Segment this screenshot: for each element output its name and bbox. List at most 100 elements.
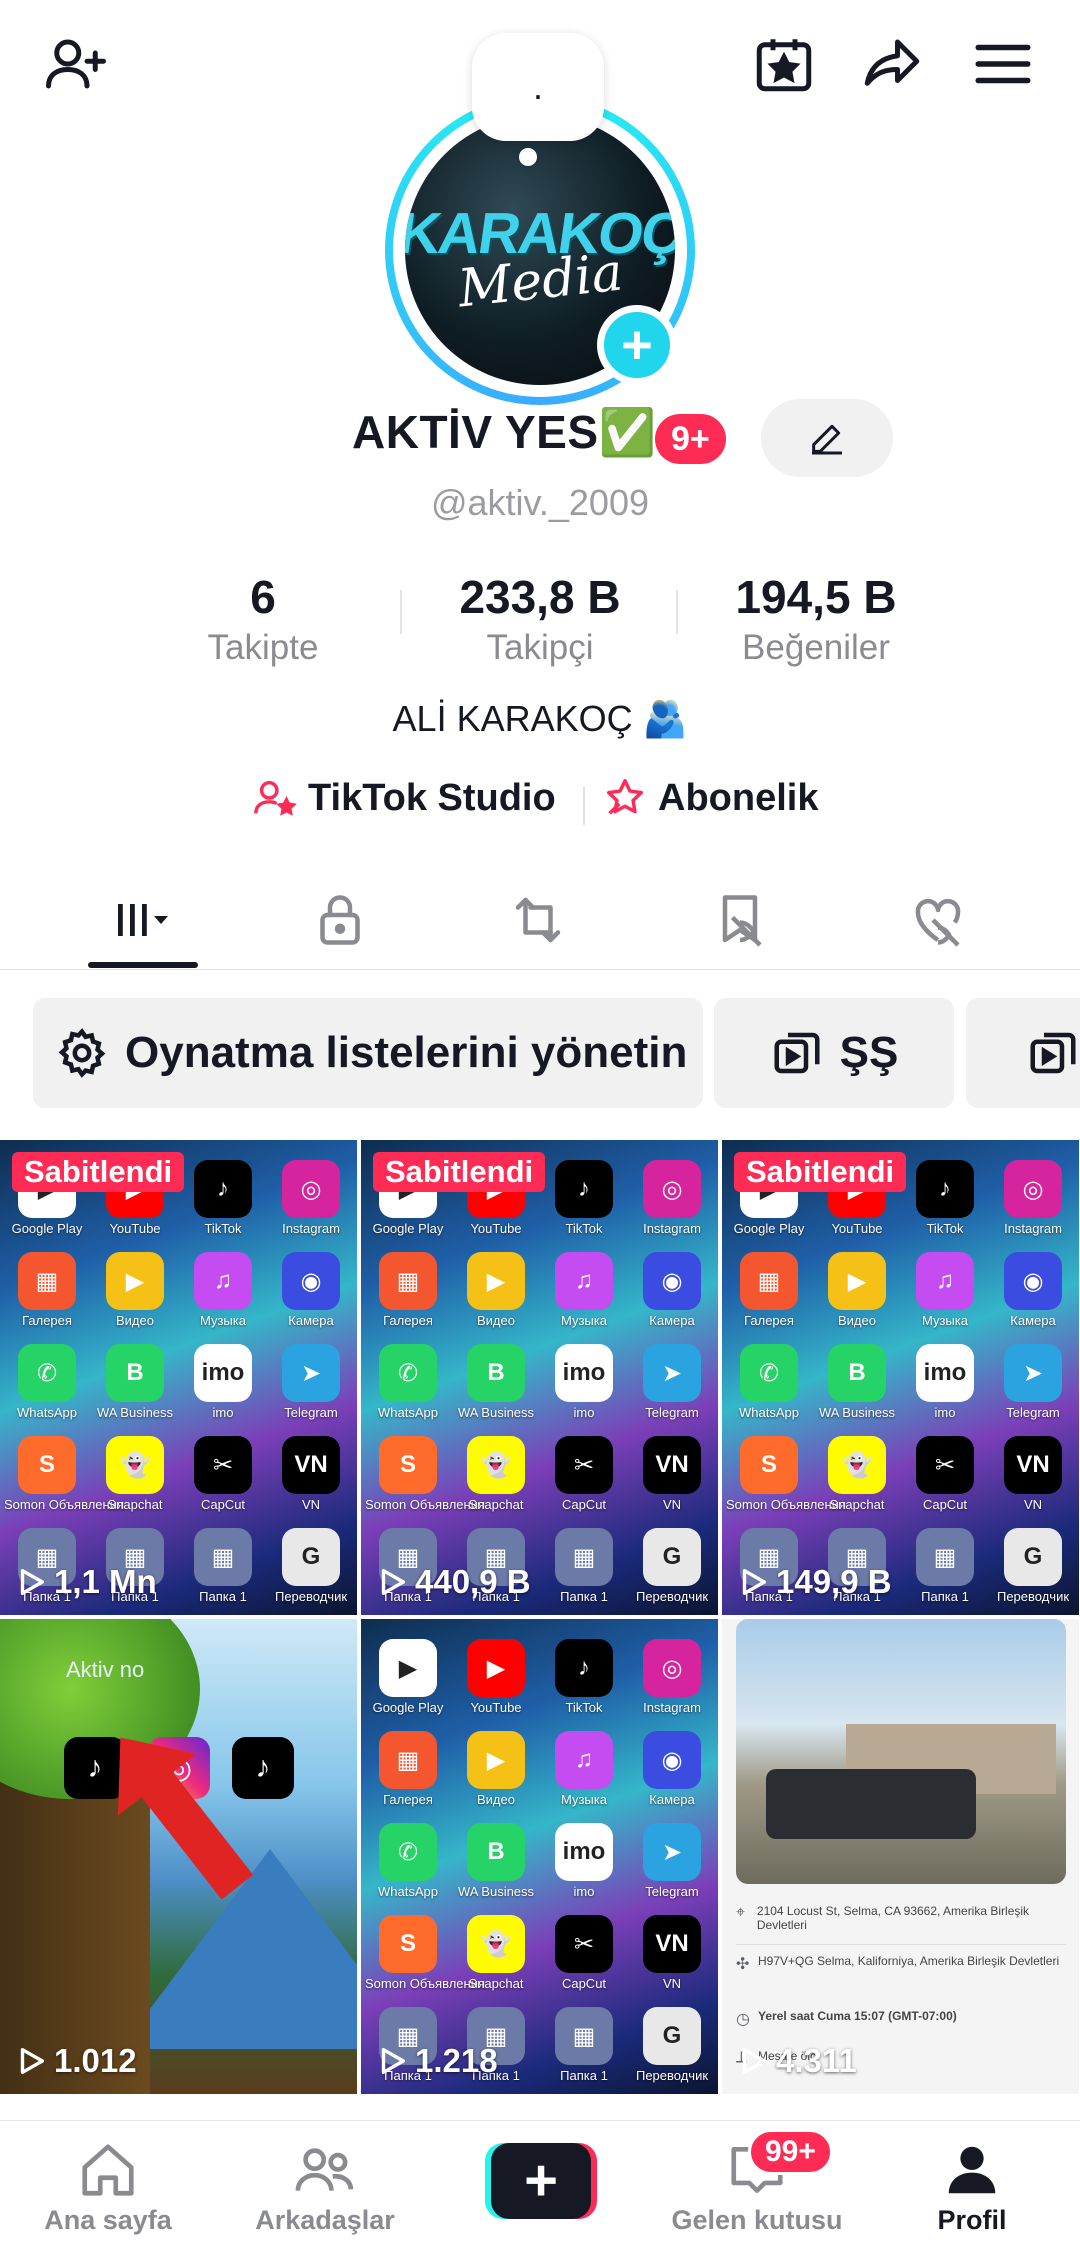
menu-icon[interactable] xyxy=(963,24,1043,104)
app-icon: B WA Business xyxy=(453,1344,539,1420)
app-icon-glyph: VN xyxy=(1004,1436,1062,1494)
stat-following[interactable]: 6 Takipte xyxy=(123,570,403,668)
app-icon: ◉ Камера xyxy=(990,1252,1076,1328)
manage-playlists-button[interactable]: Oynatma listelerini yönetin xyxy=(33,998,703,1108)
app-icon: ◎ Instagram xyxy=(990,1160,1076,1236)
app-icon: ✆ WhatsApp xyxy=(365,1823,451,1899)
nav-home[interactable]: Ana sayfa xyxy=(8,2139,208,2236)
app-icon-glyph: ▦ xyxy=(916,1528,974,1586)
playlist-chip[interactable]: ŞŞ xyxy=(714,998,954,1108)
video-thumbnail[interactable]: Aktiv no ♪ ◎ ♪ 1.012 xyxy=(0,1619,357,2094)
app-icon: ✆ WhatsApp xyxy=(365,1344,451,1420)
playlist-chip-partial[interactable] xyxy=(966,998,1080,1108)
tiktok-studio-label: TikTok Studio xyxy=(308,776,556,819)
app-icon-glyph: ✂ xyxy=(555,1436,613,1494)
app-icon: ▦ Папка 1 xyxy=(541,2007,627,2083)
add-friend-icon[interactable] xyxy=(36,24,116,104)
active-tab-indicator xyxy=(88,962,198,968)
tab-liked[interactable] xyxy=(838,870,1038,970)
tab-reposts[interactable] xyxy=(438,870,638,970)
tab-videos[interactable] xyxy=(42,870,242,970)
view-count: 4.311 xyxy=(736,2042,857,2080)
app-icon: ▦ Галерея xyxy=(365,1252,451,1328)
app-label: TikTok xyxy=(926,1221,964,1236)
video-thumbnail[interactable]: ▶Google Play▶YouTube♪TikTok◎Instagram▦Га… xyxy=(722,1140,1079,1615)
share-icon[interactable] xyxy=(852,24,932,104)
app-label: WhatsApp xyxy=(378,1405,438,1420)
home-icon xyxy=(82,2144,134,2196)
app-icon: ◎ Instagram xyxy=(268,1160,354,1236)
app-icon: ◉ Камера xyxy=(629,1252,715,1328)
name-row: AKTİV YES✅ 9+ xyxy=(0,399,1080,477)
video-thumbnail[interactable]: ▶Google Play▶YouTube♪TikTok◎Instagram▦Га… xyxy=(361,1140,718,1615)
app-icon-glyph: ▦ xyxy=(379,1731,437,1789)
nav-profile[interactable]: Profil xyxy=(872,2139,1072,2236)
app-icon-glyph: ▶ xyxy=(828,1252,886,1310)
video-thumbnail[interactable]: ▶Google Play▶YouTube♪TikTok◎Instagram▦Га… xyxy=(361,1619,718,2094)
app-icon-glyph: imo xyxy=(194,1344,252,1402)
app-icon: ▦ Папка 1 xyxy=(541,1528,627,1604)
app-icon-glyph: ◎ xyxy=(1004,1160,1062,1218)
stats-row: 6 Takipte 233,8 B Takipçi 194,5 B Beğeni… xyxy=(0,570,1080,670)
app-icon: ✆ WhatsApp xyxy=(726,1344,812,1420)
app-icon-glyph: ♪ xyxy=(194,1160,252,1218)
app-icon-glyph: ◎ xyxy=(643,1639,701,1697)
tiktok-lite-app-icon: ♪ xyxy=(232,1737,294,1799)
play-icon xyxy=(20,2047,45,2075)
subscription-link[interactable]: Abonelik xyxy=(602,775,818,821)
video-thumbnail[interactable]: ⌖ 2104 Locust St, Selma, CA 93662, Amerik… xyxy=(722,1619,1079,2094)
app-label: Google Play xyxy=(733,1221,805,1236)
app-icon: ♫ Музыка xyxy=(541,1252,627,1328)
calendar-star-icon[interactable] xyxy=(744,24,824,104)
stat-followers[interactable]: 233,8 B Takipçi xyxy=(400,570,680,668)
app-icon: 👻 Snapchat xyxy=(453,1915,539,1991)
profile-avatar[interactable]: KARAKOÇ Media + xyxy=(385,95,695,405)
app-icon-glyph: ▶ xyxy=(467,1639,525,1697)
app-icon-glyph: S xyxy=(18,1436,76,1494)
nav-friends-label: Arkadaşlar xyxy=(255,2205,395,2235)
create-button[interactable]: + xyxy=(485,2143,597,2219)
app-icon: VN VN xyxy=(990,1436,1076,1512)
play-icon xyxy=(381,2047,406,2075)
app-label: Переводчик xyxy=(635,2068,709,2083)
tab-favorites[interactable] xyxy=(640,870,840,970)
app-label: Галерея xyxy=(22,1313,72,1328)
stat-likes[interactable]: 194,5 B Beğeniler xyxy=(676,570,956,668)
tab-private[interactable] xyxy=(240,870,440,970)
app-icon: ▶ Видео xyxy=(453,1252,539,1328)
app-icon: B WA Business xyxy=(92,1344,178,1420)
app-icon-glyph: imo xyxy=(916,1344,974,1402)
add-story-icon[interactable]: + xyxy=(597,305,677,385)
app-icon-glyph: ♪ xyxy=(555,1639,613,1697)
app-icon-glyph: ♫ xyxy=(194,1252,252,1310)
nav-friends[interactable]: Arkadaşlar xyxy=(225,2139,425,2236)
note-bubble-tail xyxy=(519,148,537,166)
app-icon-glyph: ◉ xyxy=(282,1252,340,1310)
video-thumbnail[interactable]: ▶Google Play▶YouTube♪TikTok◎Instagram▦Га… xyxy=(0,1140,357,1615)
app-icon: ➤ Telegram xyxy=(268,1344,354,1420)
tiktok-studio-link[interactable]: TikTok Studio xyxy=(252,775,556,821)
stat-label: Takipte xyxy=(207,628,319,667)
app-label: Музыка xyxy=(561,1313,607,1328)
view-count: 440,9 B xyxy=(375,1563,531,1601)
app-icon: ➤ Telegram xyxy=(990,1344,1076,1420)
app-icon-glyph: ▶ xyxy=(467,1731,525,1789)
edit-profile-button[interactable] xyxy=(761,399,893,477)
app-icon: ♪ TikTok xyxy=(541,1639,627,1715)
app-icon: ◎ Instagram xyxy=(629,1639,715,1715)
app-icon: ✆ WhatsApp xyxy=(4,1344,90,1420)
profile-note-bubble[interactable]: . xyxy=(472,33,604,141)
app-icon-glyph: ▦ xyxy=(379,1252,437,1310)
app-icon-glyph: ▶ xyxy=(106,1252,164,1310)
profile-links: TikTok Studio Abonelik xyxy=(0,775,1080,835)
notification-badge[interactable]: 9+ xyxy=(655,414,726,464)
app-icon: ➤ Telegram xyxy=(629,1823,715,1899)
app-icon-glyph: G xyxy=(643,1528,701,1586)
app-icon-glyph: ♫ xyxy=(555,1252,613,1310)
map-pluscode-text: H97V+QG Selma, Kaliforniya, Amerika Birl… xyxy=(758,1954,1060,1968)
heart-eye-off-icon xyxy=(915,899,961,947)
note-text: . xyxy=(532,66,543,107)
repost-icon xyxy=(515,897,561,943)
view-count: 149,9 B xyxy=(736,1563,892,1601)
app-icon: ♪ TikTok xyxy=(180,1160,266,1236)
